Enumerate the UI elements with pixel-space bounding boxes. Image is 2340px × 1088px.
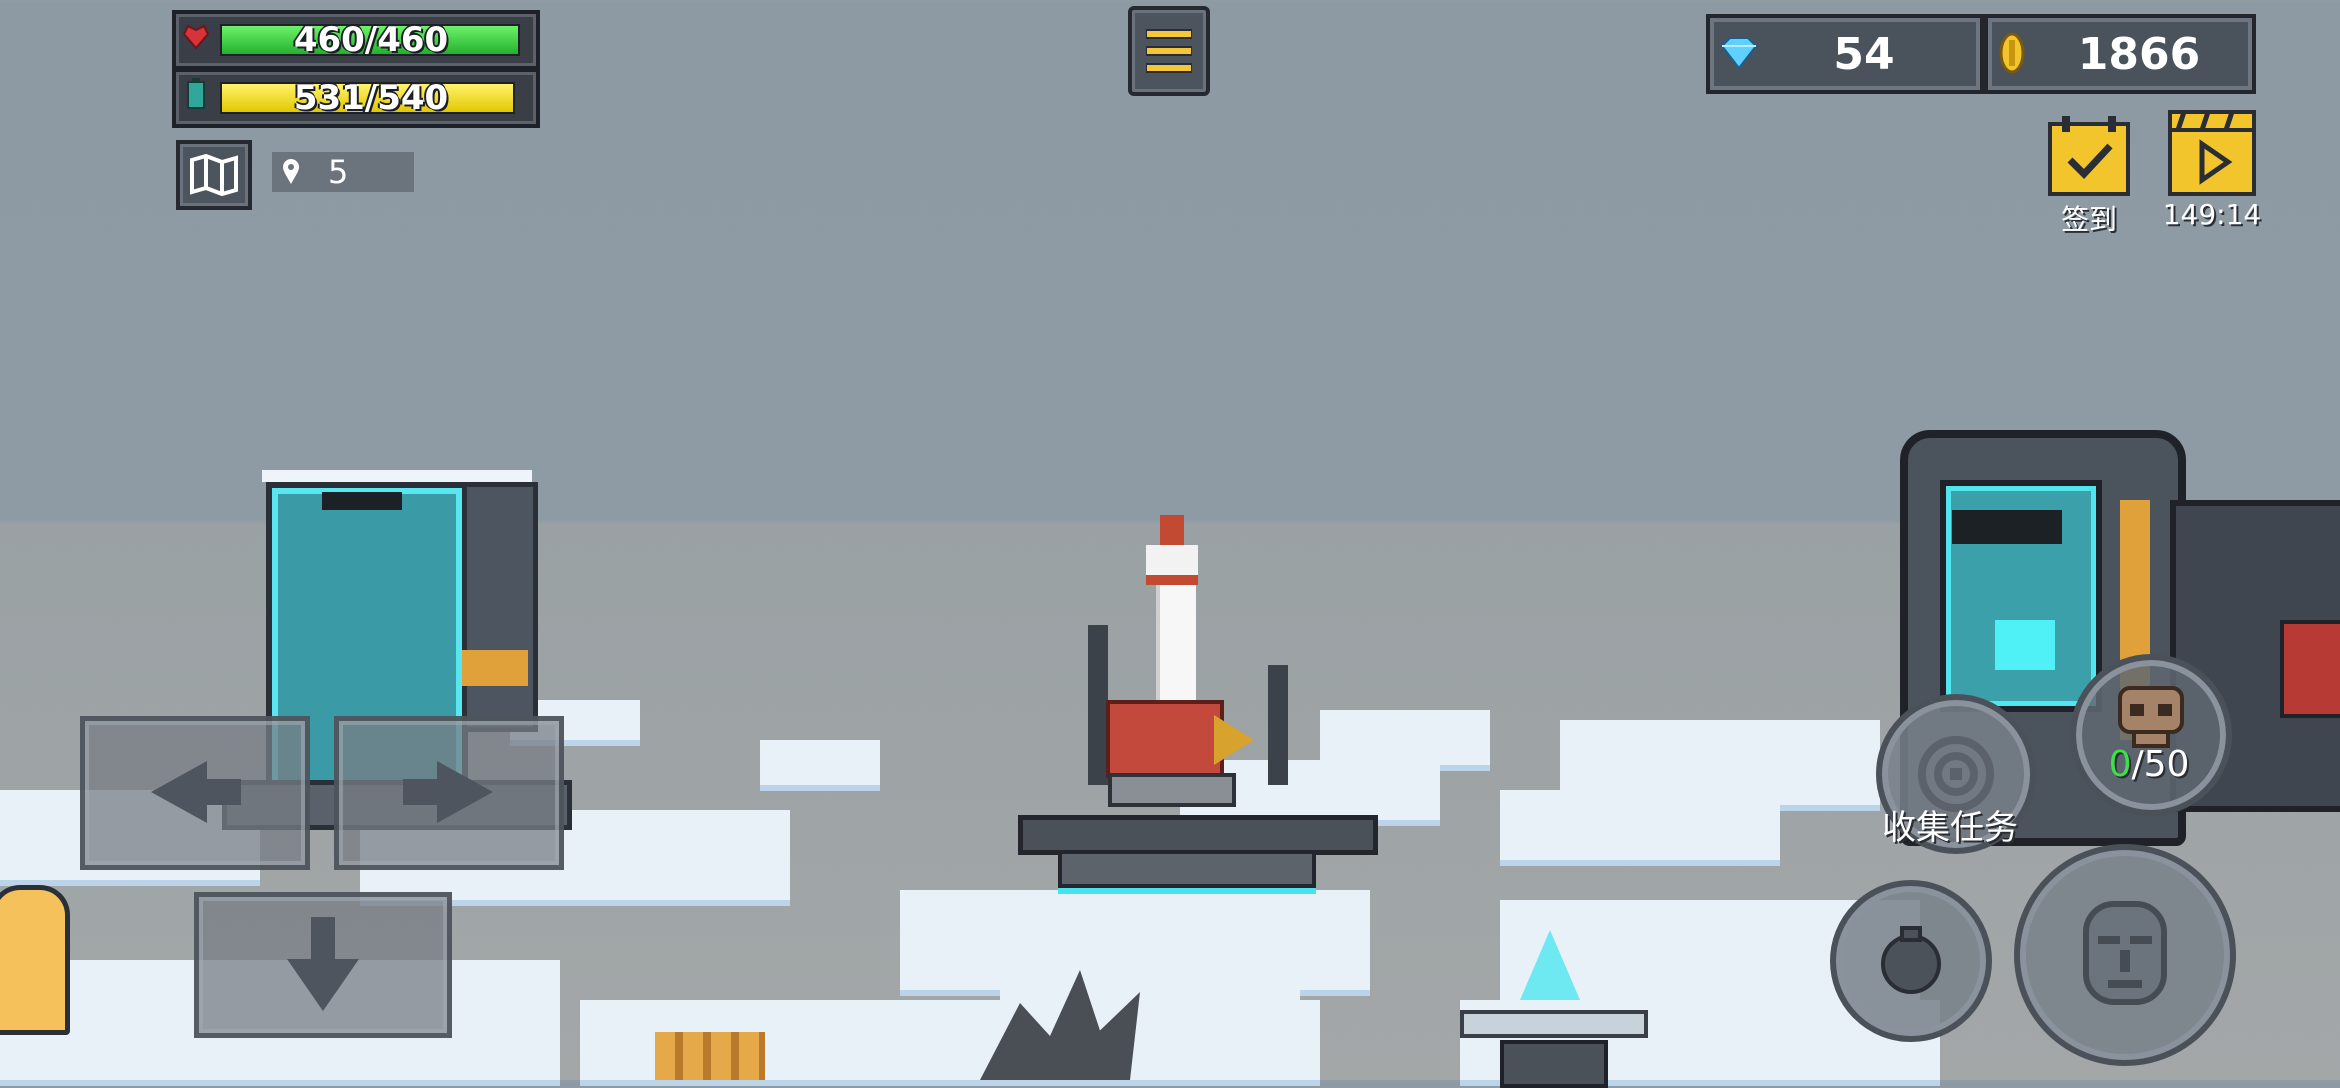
- skull-icon: [2114, 682, 2188, 752]
- task-counter-current: 0: [2108, 744, 2132, 785]
- collect-task-label: 收集任务: [1882, 808, 2018, 848]
- crystal-device: [1460, 930, 1648, 1088]
- battery-icon: [184, 78, 208, 110]
- bomb-button[interactable]: [1830, 880, 1992, 1042]
- checkin-button[interactable]: 签到: [2048, 116, 2130, 236]
- gold-ore: [655, 1032, 765, 1080]
- energy-bar: 531/540: [172, 68, 540, 128]
- move-right-button[interactable]: [334, 716, 564, 870]
- video-reward-button[interactable]: 149:14: [2160, 110, 2264, 232]
- move-down-button[interactable]: [194, 892, 452, 1038]
- map-button[interactable]: [176, 140, 252, 210]
- video-timer: 149:14: [2162, 198, 2262, 231]
- map-icon: [190, 153, 238, 200]
- lamp: [0, 885, 70, 1035]
- gem-counter[interactable]: 54: [1706, 14, 1984, 94]
- coin-counter[interactable]: 1866: [1984, 14, 2256, 94]
- menu-button[interactable]: [1128, 6, 1210, 96]
- arrow-left-icon: [147, 757, 243, 831]
- calendar-check-icon: [2048, 116, 2130, 200]
- health-text: 460/460: [293, 20, 449, 60]
- arrow-down-icon: [283, 915, 363, 1019]
- location-value: 5: [328, 153, 349, 191]
- arrow-right-icon: [401, 757, 497, 831]
- bomb-icon: [1874, 922, 1948, 1000]
- task-counter-button[interactable]: [2070, 654, 2232, 816]
- action-face-button[interactable]: [2014, 844, 2236, 1066]
- diamond-icon: [1720, 36, 1758, 74]
- task-counter-max: /50: [2131, 744, 2190, 785]
- location-pin-icon: [282, 159, 300, 189]
- energy-text: 531/540: [293, 78, 449, 118]
- heart-icon: [182, 22, 210, 50]
- rocket-launch-platform: [1018, 515, 1378, 888]
- coin-value: 1866: [2077, 28, 2201, 80]
- task-counter: 0/50: [2094, 744, 2204, 785]
- health-bar: 460/460: [172, 10, 540, 70]
- checkin-label: 签到: [2060, 203, 2117, 236]
- hamburger-menu-icon: [1145, 28, 1193, 78]
- move-left-button[interactable]: [80, 716, 310, 870]
- stone-face-icon: [2072, 898, 2178, 1012]
- location-indicator: 5: [272, 152, 414, 192]
- coin-icon: [1998, 32, 2026, 78]
- video-play-icon: [2168, 110, 2256, 200]
- gem-value: 54: [1833, 28, 1895, 80]
